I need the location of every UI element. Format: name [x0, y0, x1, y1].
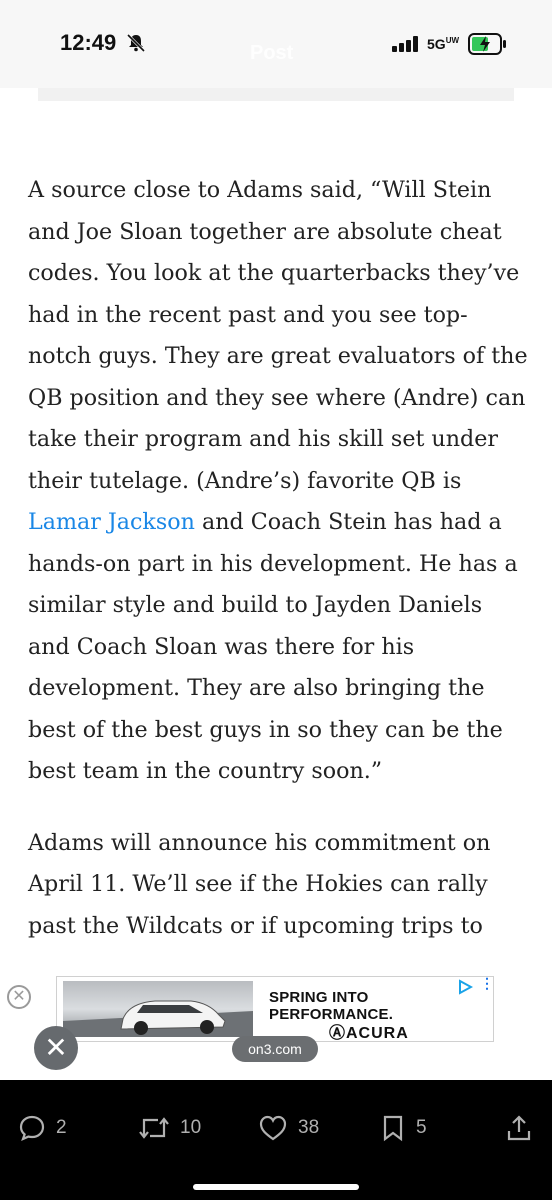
ad-menu-icon[interactable]: ⋮ — [480, 975, 494, 992]
status-time: 12:49 — [60, 30, 117, 55]
ad-close-button[interactable]: ✕ — [7, 985, 31, 1009]
article-paragraph: A source close to Adams said, “Will Stei… — [28, 177, 528, 784]
like-button[interactable]: 38 — [258, 1112, 319, 1144]
top-ad-placeholder — [38, 88, 514, 101]
like-count: 38 — [298, 1117, 320, 1138]
status-bar: 12:49 Post 5GUW — [0, 0, 552, 88]
reply-icon — [19, 1115, 45, 1142]
repost-button[interactable]: 10 — [138, 1112, 201, 1144]
bell-off-icon — [126, 33, 146, 53]
repost-icon — [139, 1117, 169, 1139]
article-paragraph: Adams will announce his commitment on Ap… — [28, 829, 491, 939]
share-button[interactable] — [506, 1112, 542, 1144]
home-indicator[interactable] — [193, 1184, 359, 1190]
share-icon — [507, 1115, 531, 1141]
faded-page-title: Post — [250, 42, 294, 64]
network-label: 5GUW — [427, 36, 460, 52]
reply-button[interactable]: 2 — [18, 1112, 67, 1144]
signal-icon — [392, 36, 418, 52]
reply-count: 2 — [56, 1117, 67, 1138]
article-body: A source close to Adams said, “Will Stei… — [28, 170, 528, 977]
bookmark-icon — [383, 1115, 403, 1142]
bookmark-count: 5 — [416, 1117, 427, 1138]
source-url[interactable]: on3.com — [232, 1036, 318, 1062]
player-link[interactable]: Lamar Jackson — [28, 509, 195, 535]
ad-car-image — [63, 981, 253, 1037]
close-button[interactable]: ✕ — [34, 1026, 78, 1070]
battery-icon — [468, 33, 506, 55]
ad-choices-icon[interactable] — [457, 979, 473, 995]
ad-brand: ⒶACURA — [329, 1025, 409, 1042]
bookmark-button[interactable]: 5 — [380, 1112, 427, 1144]
repost-count: 10 — [180, 1117, 202, 1138]
like-icon — [259, 1115, 287, 1141]
ad-banner[interactable]: SPRING INTO PERFORMANCE. ⒶACURA ⋮ — [56, 975, 494, 1042]
